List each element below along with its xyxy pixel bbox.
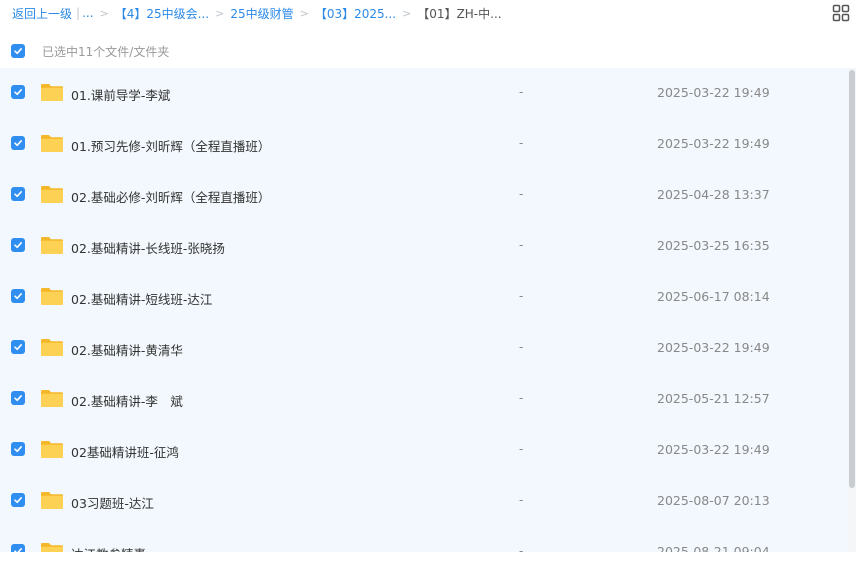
file-name[interactable]: 01.课前导学-李斌	[71, 85, 170, 104]
file-size: -	[519, 85, 524, 99]
checkmark-icon	[14, 394, 22, 402]
folder-icon	[40, 439, 64, 459]
file-row[interactable]: 达江教参精囊 - 2025-08-21 09:04	[0, 527, 848, 552]
checkmark-icon	[14, 496, 22, 504]
file-row[interactable]: 02.基础必修-刘昕辉（全程直播班） - 2025-04-28 13:37	[0, 170, 848, 221]
file-name[interactable]: 02.基础精讲-短线班-达江	[71, 289, 212, 308]
grid-view-icon[interactable]	[832, 4, 850, 22]
row-checkbox[interactable]	[11, 391, 25, 405]
file-date: 2025-06-17 08:14	[657, 289, 770, 304]
file-size: -	[519, 442, 524, 456]
file-name[interactable]: 01.预习先修-刘昕辉（全程直播班）	[71, 136, 270, 155]
folder-icon	[40, 286, 64, 306]
file-date: 2025-03-22 19:49	[657, 136, 770, 151]
selection-bar: 已选中11个文件/文件夹	[11, 43, 169, 59]
checkmark-icon	[14, 139, 22, 147]
row-checkbox[interactable]	[11, 493, 25, 507]
file-size: -	[519, 544, 524, 552]
row-checkbox[interactable]	[11, 136, 25, 150]
row-checkbox[interactable]	[11, 544, 25, 552]
file-size: -	[519, 340, 524, 354]
chevron-right-icon: >	[299, 6, 309, 20]
folder-icon	[40, 184, 64, 204]
folder-icon	[40, 388, 64, 408]
folder-icon	[40, 490, 64, 510]
file-list: 01.课前导学-李斌 -2025-03-22 19:49 01.预习先修-刘昕辉（全…	[0, 68, 848, 552]
chevron-right-icon: >	[99, 6, 109, 20]
file-date: 2025-03-25 16:35	[657, 238, 770, 253]
file-size: -	[519, 493, 524, 507]
file-name[interactable]: 02基础精讲班-征鸿	[71, 442, 179, 461]
scrollbar-thumb[interactable]	[849, 70, 855, 488]
row-checkbox[interactable]	[11, 289, 25, 303]
row-checkbox[interactable]	[11, 238, 25, 252]
checkmark-icon	[14, 88, 22, 96]
file-name[interactable]: 达江教参精囊	[71, 544, 146, 552]
chevron-right-icon: >	[215, 6, 225, 20]
file-row[interactable]: 02.基础精讲-长线班-张晓扬 - 2025-03-25 16:35	[0, 221, 848, 272]
breadcrumb-current: 【01】ZH-中...	[417, 6, 502, 21]
folder-icon	[40, 133, 64, 153]
file-size: -	[519, 391, 524, 405]
file-name[interactable]: 02.基础精讲-李 斌	[71, 391, 183, 410]
file-name[interactable]: 02.基础精讲-黄清华	[71, 340, 183, 359]
file-date: 2025-03-22 19:49	[657, 85, 770, 100]
checkmark-icon	[14, 547, 22, 552]
breadcrumb-divider: |	[76, 6, 81, 20]
checkmark-icon	[14, 445, 22, 453]
file-date: 2025-03-22 19:49	[657, 442, 770, 457]
chevron-right-icon: >	[402, 6, 412, 20]
file-date: 2025-08-21 09:04	[657, 544, 770, 552]
file-row[interactable]: 02基础精讲班-征鸿 - 2025-03-22 19:49	[0, 425, 848, 476]
row-checkbox[interactable]	[11, 442, 25, 456]
file-date: 2025-05-21 12:57	[657, 391, 770, 406]
folder-icon	[40, 82, 64, 102]
file-date: 2025-04-28 13:37	[657, 187, 770, 202]
row-checkbox[interactable]	[11, 340, 25, 354]
breadcrumb-ellipsis[interactable]: ...	[82, 6, 93, 20]
selection-count: 已选中11个文件/文件夹	[42, 44, 170, 59]
row-checkbox[interactable]	[11, 187, 25, 201]
checkmark-icon	[14, 241, 22, 249]
folder-icon	[40, 541, 64, 552]
file-date: 2025-08-07 20:13	[657, 493, 770, 508]
folder-icon	[40, 337, 64, 357]
file-name[interactable]: 03习题班-达江	[71, 493, 154, 512]
checkmark-icon	[14, 292, 22, 300]
file-size: -	[519, 289, 524, 303]
file-name[interactable]: 02.基础精讲-长线班-张晓扬	[71, 238, 225, 257]
breadcrumb-item[interactable]: 25中级财管	[230, 5, 293, 22]
folder-icon	[40, 235, 64, 255]
checkmark-icon	[14, 47, 22, 55]
file-size: -	[519, 187, 524, 201]
file-row[interactable]: 02.基础精讲-李 斌 - 2025-05-21 12:57	[0, 374, 848, 425]
file-name[interactable]: 02.基础必修-刘昕辉（全程直播班）	[71, 187, 270, 206]
scrollbar[interactable]	[848, 68, 856, 552]
back-link[interactable]: 返回上一级	[12, 5, 72, 22]
file-row[interactable]: 02.基础精讲-短线班-达江 - 2025-06-17 08:14	[0, 272, 848, 323]
breadcrumb: 返回上一级 | ... > 【4】25中级会... > 25中级财管 > 【03…	[12, 4, 502, 22]
checkmark-icon	[14, 190, 22, 198]
file-row[interactable]: 01.课前导学-李斌 - 2025-03-22 19:49	[0, 68, 848, 119]
file-size: -	[519, 136, 524, 150]
breadcrumb-item[interactable]: 【4】25中级会...	[115, 5, 209, 22]
file-row[interactable]: 01.预习先修-刘昕辉（全程直播班） - 2025-03-22 19:49	[0, 119, 848, 170]
file-size: -	[519, 238, 524, 252]
select-all-checkbox[interactable]	[11, 44, 25, 58]
breadcrumb-item[interactable]: 【03】2025...	[315, 5, 396, 22]
file-row[interactable]: 03习题班-达江 - 2025-08-07 20:13	[0, 476, 848, 527]
row-checkbox[interactable]	[11, 85, 25, 99]
checkmark-icon	[14, 343, 22, 351]
file-date: 2025-03-22 19:49	[657, 340, 770, 355]
file-row[interactable]: 02.基础精讲-黄清华 - 2025-03-22 19:49	[0, 323, 848, 374]
